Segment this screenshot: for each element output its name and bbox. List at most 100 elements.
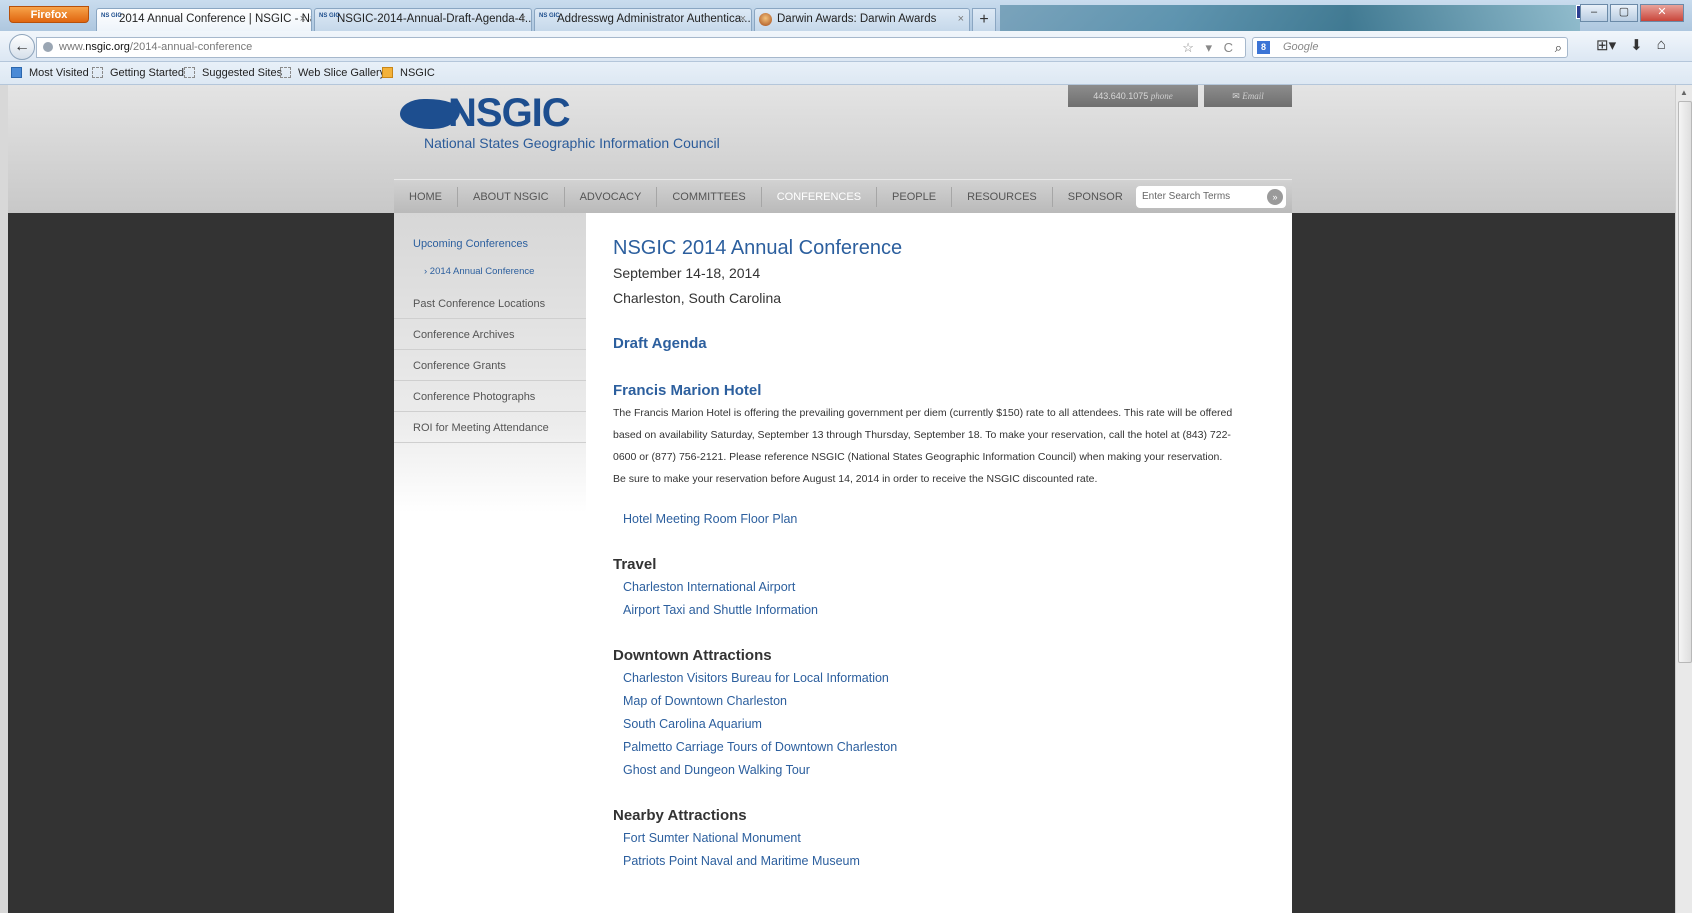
shuttle-info-link[interactable]: Airport Taxi and Shuttle Information (623, 603, 818, 617)
minimize-button[interactable]: – (1580, 4, 1608, 22)
sidebar-item-upcoming-conferences[interactable]: Upcoming Conferences (413, 238, 528, 250)
page-viewport: NSGIC National States Geographic Informa… (8, 85, 1675, 913)
close-tab-icon[interactable]: × (300, 9, 306, 30)
travel-heading: Travel (613, 556, 657, 573)
bookmark-web-slice-gallery[interactable]: Web Slice Gallery (280, 62, 385, 84)
phone-button[interactable]: 443.640.1075 phone (1068, 85, 1198, 107)
browser-navigation-bar: ← www.nsgic.org/2014-annual-conference ☆… (0, 31, 1692, 62)
address-bar[interactable]: www.nsgic.org/2014-annual-conference ☆ ▾… (36, 37, 1246, 58)
bookmark-label: Most Visited (29, 67, 89, 79)
home-icon[interactable]: ⌂ (1657, 36, 1666, 54)
page-scrollbar[interactable]: ▲ (1675, 85, 1692, 913)
nav-committees[interactable]: COMMITTEES (657, 187, 762, 207)
nav-people[interactable]: PEOPLE (877, 187, 953, 207)
sidebar: Upcoming Conferences › 2014 Annual Confe… (394, 213, 586, 513)
new-tab-button[interactable]: + (972, 8, 996, 31)
url-domain: nsgic.org (85, 41, 130, 53)
logo-wordmark: NSGIC (448, 91, 571, 135)
search-go-icon[interactable]: » (1267, 189, 1283, 205)
url-prefix: www. (59, 41, 86, 53)
firefox-menu-button[interactable]: Firefox (9, 6, 89, 23)
close-tab-icon[interactable]: × (740, 9, 746, 30)
conference-location: Charleston, South Carolina (613, 290, 782, 306)
email-button[interactable]: ✉ Email (1204, 85, 1292, 107)
sidebar-item-photographs[interactable]: Conference Photographs (394, 382, 586, 412)
window-controls: – ▢ ✕ (1580, 4, 1684, 22)
aquarium-link[interactable]: South Carolina Aquarium (623, 717, 762, 731)
page-icon (184, 67, 195, 78)
darwin-favicon-icon (759, 13, 772, 26)
downtown-map-link[interactable]: Map of Downtown Charleston (623, 694, 787, 708)
bookmark-label: Suggested Sites (202, 67, 283, 79)
nav-advocacy[interactable]: ADVOCACY (565, 187, 658, 207)
close-tab-icon[interactable]: × (520, 9, 526, 30)
site-search-placeholder: Enter Search Terms (1142, 191, 1231, 202)
content-area: Upcoming Conferences › 2014 Annual Confe… (394, 213, 1292, 913)
close-tab-icon[interactable]: × (958, 9, 964, 30)
bookmark-label: Web Slice Gallery (298, 67, 386, 79)
envelope-icon: ✉ (1232, 91, 1240, 101)
nav-sponsor[interactable]: SPONSOR (1053, 187, 1138, 207)
nav-conferences[interactable]: CONFERENCES (762, 187, 878, 207)
url-path: /2014-annual-conference (129, 41, 253, 53)
close-window-button[interactable]: ✕ (1640, 4, 1684, 22)
tab-title: Addresswg Administrator Authentica... (557, 13, 751, 25)
bookmark-label: NSGIC (400, 67, 435, 79)
phone-label: phone (1150, 91, 1173, 101)
nsgic-favicon-icon: NS GIC (101, 13, 122, 19)
bookmark-nsgic[interactable]: NSGIC (382, 62, 435, 84)
browser-tab[interactable]: NS GIC Addresswg Administrator Authentic… (534, 8, 752, 31)
tab-title: NSGIC-2014-Annual-Draft-Agenda-4... (337, 13, 532, 25)
nav-home[interactable]: HOME (394, 187, 458, 207)
patriots-point-link[interactable]: Patriots Point Naval and Maritime Museum (623, 854, 860, 868)
browser-search-field[interactable]: 8 Google ⌕ (1252, 37, 1568, 58)
downloads-icon[interactable]: ⬇ (1630, 36, 1643, 54)
visitors-bureau-link[interactable]: Charleston Visitors Bureau for Local Inf… (623, 671, 889, 685)
hotel-heading-link[interactable]: Francis Marion Hotel (613, 382, 761, 399)
search-icon[interactable]: ⌕ (1555, 38, 1562, 57)
page-icon (92, 67, 103, 78)
ghost-tour-link[interactable]: Ghost and Dungeon Walking Tour (623, 763, 810, 777)
bookmark-getting-started[interactable]: Getting Started (92, 62, 184, 84)
nearby-attractions-heading: Nearby Attractions (613, 807, 747, 824)
draft-agenda-link[interactable]: Draft Agenda (613, 335, 707, 352)
browser-tab-active[interactable]: NS GIC 2014 Annual Conference | NSGIC - … (96, 8, 312, 31)
bookmark-label: Getting Started (110, 67, 184, 79)
browser-tab[interactable]: NS GIC NSGIC-2014-Annual-Draft-Agenda-4.… (314, 8, 532, 31)
airport-link[interactable]: Charleston International Airport (623, 580, 795, 594)
logo-subtitle: National States Geographic Information C… (424, 135, 720, 151)
browser-tab-bar: Firefox NS GIC 2014 Annual Conference | … (0, 0, 1692, 31)
bookmark-suggested-sites[interactable]: Suggested Sites (184, 62, 282, 84)
nav-about-nsgic[interactable]: ABOUT NSGIC (458, 187, 565, 207)
maximize-button[interactable]: ▢ (1610, 4, 1638, 22)
site-header: NSGIC National States Geographic Informa… (8, 85, 1675, 214)
page-icon (280, 67, 291, 78)
rss-feed-icon (382, 67, 393, 78)
web-slice-icon[interactable]: ⊞▾ (1596, 36, 1616, 54)
nav-resources[interactable]: RESOURCES (952, 187, 1053, 207)
bookmark-most-visited[interactable]: Most Visited (11, 62, 89, 84)
email-label: Email (1242, 91, 1264, 101)
sidebar-item-2014-annual-conference[interactable]: › 2014 Annual Conference (424, 266, 534, 277)
search-engine-icon[interactable]: 8 (1257, 41, 1270, 54)
site-identity-icon[interactable] (43, 42, 53, 52)
site-search-input[interactable]: Enter Search Terms » (1136, 186, 1286, 208)
most-visited-icon (11, 67, 22, 78)
sidebar-item-roi[interactable]: ROI for Meeting Attendance (394, 413, 586, 443)
sidebar-item-grants[interactable]: Conference Grants (394, 351, 586, 381)
sidebar-item-past-locations[interactable]: Past Conference Locations (394, 289, 586, 319)
scrollbar-thumb[interactable] (1678, 101, 1692, 663)
page-title: NSGIC 2014 Annual Conference (613, 237, 903, 259)
tab-title: 2014 Annual Conference | NSGIC - Na... (119, 13, 312, 25)
scroll-up-icon[interactable]: ▲ (1680, 88, 1688, 97)
fort-sumter-link[interactable]: Fort Sumter National Monument (623, 831, 801, 845)
sidebar-item-archives[interactable]: Conference Archives (394, 320, 586, 350)
browser-tab[interactable]: Darwin Awards: Darwin Awards × (754, 8, 970, 31)
back-button[interactable]: ← (9, 34, 35, 60)
carriage-tours-link[interactable]: Palmetto Carriage Tours of Downtown Char… (623, 740, 897, 754)
downtown-attractions-heading: Downtown Attractions (613, 647, 772, 664)
nsgic-favicon-icon: NS GIC (539, 13, 560, 19)
phone-number: 443.640.1075 (1093, 91, 1149, 101)
bookmark-star-icon[interactable]: ☆ ▾ C (1182, 38, 1237, 57)
hotel-floor-plan-link[interactable]: Hotel Meeting Room Floor Plan (623, 512, 797, 526)
